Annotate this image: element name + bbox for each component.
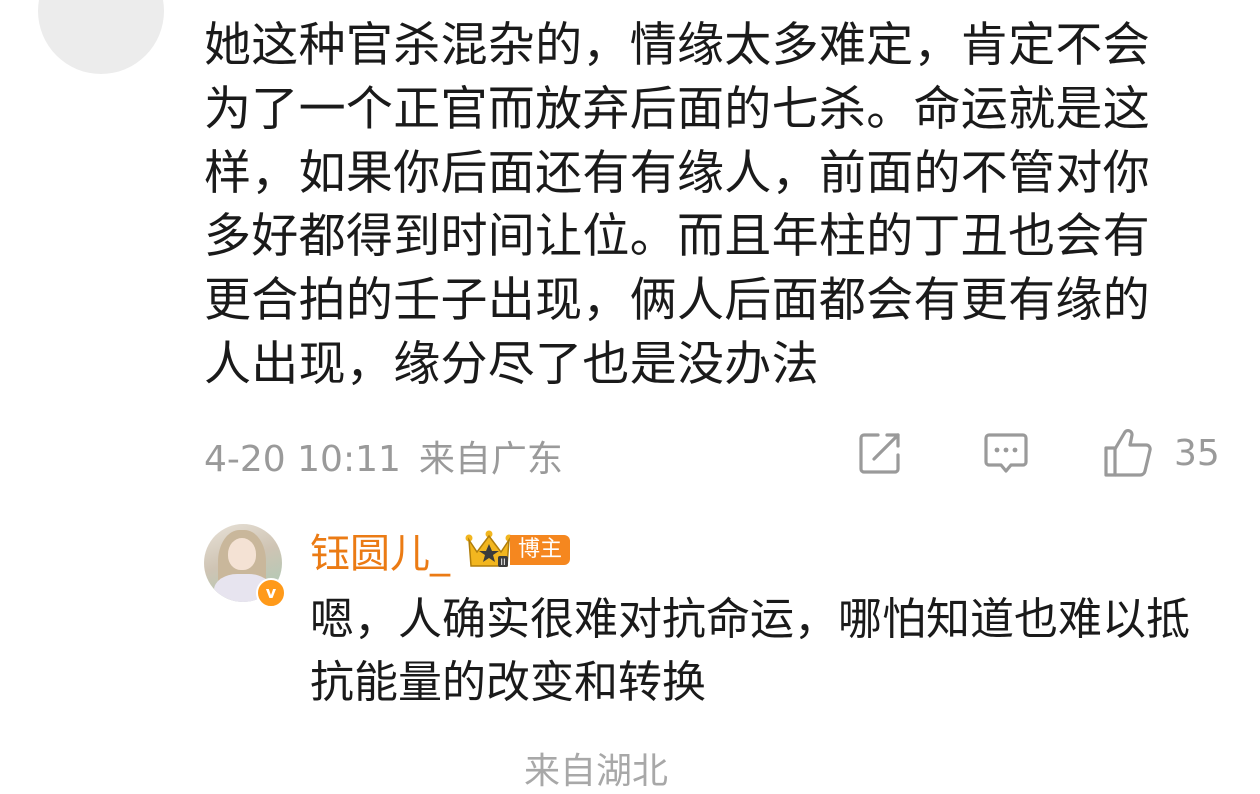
avatar-face	[228, 538, 256, 570]
comment-meta-row: 4-20 10:11 来自广东 35	[204, 428, 1234, 480]
verified-v-icon: v	[256, 578, 286, 608]
comment-button[interactable]	[982, 428, 1030, 478]
comment-icon	[984, 433, 1028, 473]
blogger-tag: 博主	[510, 535, 571, 565]
like-button[interactable]: 35	[1102, 428, 1220, 478]
comment-location: 来自广东	[418, 439, 563, 480]
like-count: 35	[1174, 432, 1220, 474]
crown-level-icon: II	[465, 530, 513, 568]
reply-text: 嗯，人确实很难对抗命运，哪怕知道也难以抵抗能量的改变和转换	[310, 594, 1190, 708]
comment-avatar-placeholder[interactable]	[38, 0, 164, 74]
reply-username[interactable]: 钰圆儿_	[310, 521, 450, 579]
reply-name-row: 钰圆儿_ II 博主	[310, 521, 571, 579]
thumbs-up-icon	[1104, 429, 1152, 477]
comment-timestamp: 4-20 10:11	[204, 439, 401, 480]
share-edit-icon	[859, 433, 900, 474]
comment-text: 她这种官杀混杂的，情缘太多难定，肯定不会为了一个正官而放弃后面的七杀。命运就是这…	[204, 18, 1150, 392]
svg-text:II: II	[500, 558, 505, 568]
next-comment-meta-row: 来自湖北	[204, 742, 1234, 792]
next-comment-location: 来自湖北	[524, 751, 669, 792]
blogger-badge: II 博主	[464, 530, 571, 570]
comment-meta-left: 4-20 10:11 来自广东	[204, 430, 581, 482]
share-button[interactable]	[856, 428, 904, 478]
